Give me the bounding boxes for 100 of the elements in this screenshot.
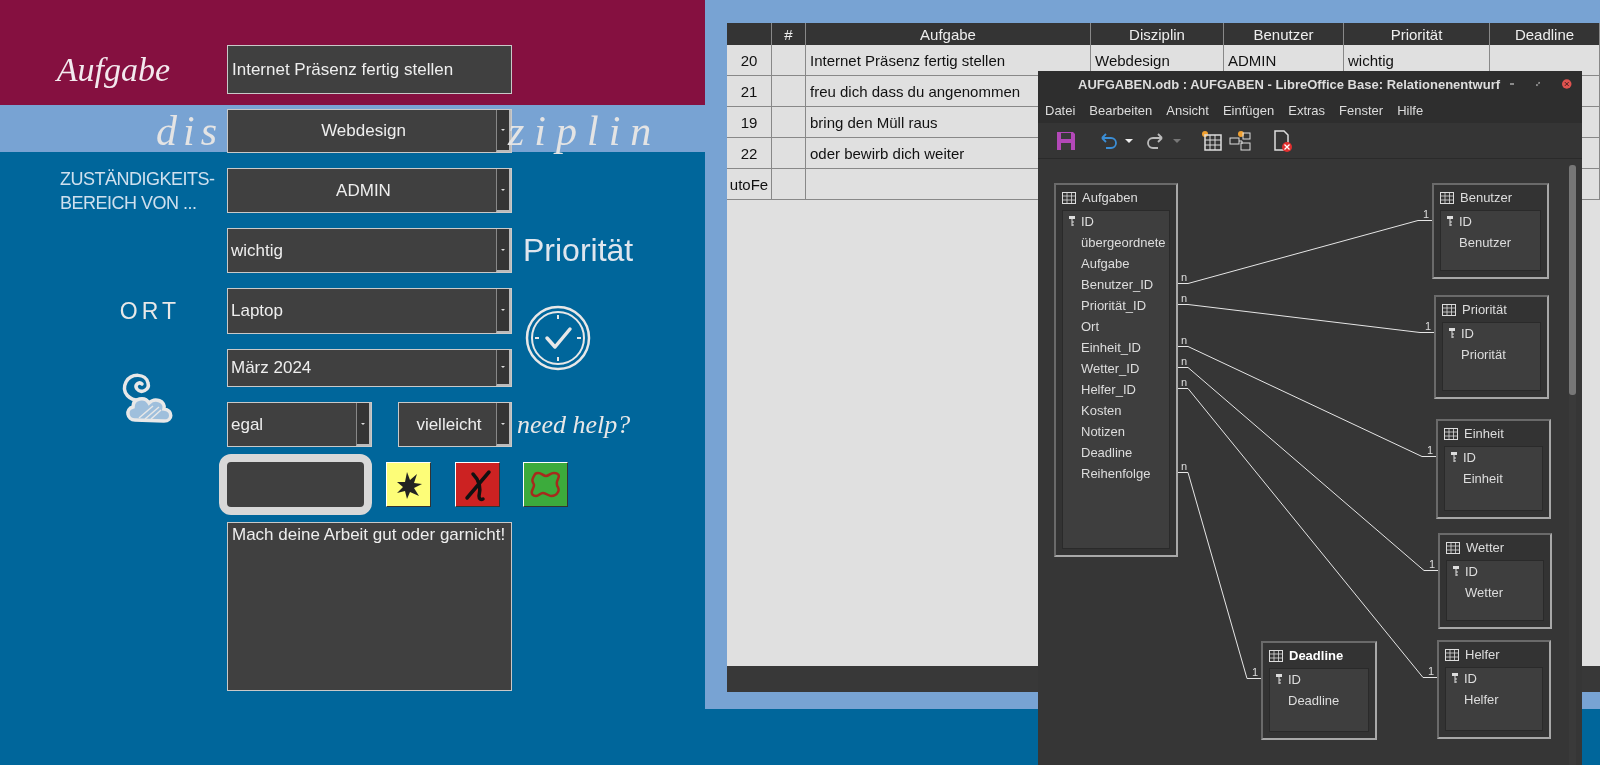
responsibility-label: ZUSTÄNDIGKEITS- BEREICH VON ... — [59, 167, 215, 215]
discipline-label-start: dis — [156, 111, 223, 151]
field-name[interactable]: Wetter_ID — [1081, 361, 1140, 376]
field-name[interactable]: Benutzer — [1459, 235, 1512, 250]
table-icon — [1444, 427, 1458, 440]
scrollbar-thumb[interactable] — [1569, 165, 1576, 395]
table-icon — [1440, 191, 1454, 204]
field-name[interactable]: Einheit — [1463, 471, 1503, 486]
minimize-icon[interactable] — [1510, 83, 1515, 85]
caret-icon — [501, 309, 505, 311]
menu-item[interactable]: Fenster — [1339, 102, 1384, 118]
field-name[interactable]: Deadline — [1081, 445, 1133, 460]
dropdown-button[interactable] — [496, 169, 511, 212]
cardinality-label: 1 — [1428, 664, 1435, 677]
table-icon — [1062, 191, 1076, 204]
save-icon[interactable] — [1055, 129, 1077, 152]
location-label: ORT — [119, 297, 180, 325]
field-name[interactable]: Wetter — [1465, 585, 1504, 600]
table-box[interactable]: Helfer ID Helfer — [1437, 640, 1551, 739]
table-icon — [1446, 541, 1460, 554]
weather-combo[interactable]: egal — [227, 402, 372, 447]
column-header[interactable]: # — [772, 23, 806, 45]
cross-button[interactable] — [455, 462, 500, 507]
relation-icon[interactable] — [1229, 129, 1251, 152]
menu-item[interactable]: Bearbeiten — [1089, 102, 1153, 118]
date-combo[interactable]: März 2024 — [227, 349, 512, 387]
dropdown-button[interactable] — [496, 289, 511, 333]
dropdown-button[interactable] — [496, 403, 511, 446]
location-combo[interactable]: Laptop — [227, 288, 512, 334]
table-box[interactable]: Deadline ID Deadline — [1261, 641, 1377, 740]
delete-document-icon[interactable] — [1271, 129, 1293, 152]
dropdown-button[interactable] — [496, 350, 511, 386]
field-name[interactable]: Kosten — [1081, 403, 1122, 418]
table-box[interactable]: Priorität ID Priorität — [1434, 295, 1549, 399]
field-name[interactable]: ID — [1288, 672, 1301, 687]
field-name[interactable]: Helfer — [1464, 692, 1499, 707]
column-header[interactable]: Aufgabe — [806, 23, 1091, 45]
ornament-button[interactable] — [523, 462, 568, 507]
field-name[interactable]: Aufgabe — [1081, 256, 1130, 271]
cardinality-label: 1 — [1425, 319, 1432, 332]
user-combo[interactable]: ADMIN — [227, 168, 512, 213]
clock-icon — [525, 304, 591, 371]
row-number: 19 — [727, 107, 772, 137]
help-combo[interactable]: vielleicht — [398, 402, 512, 447]
field-name[interactable]: ID — [1465, 564, 1478, 579]
caret-icon — [361, 422, 365, 425]
field-name[interactable]: ID — [1081, 214, 1094, 229]
cardinality-label: 1 — [1252, 665, 1259, 678]
new-table-icon[interactable] — [1201, 129, 1223, 152]
cardinality-label: 1 — [1427, 443, 1434, 456]
table-name: Helfer — [1465, 647, 1500, 662]
splat-button[interactable] — [386, 462, 431, 507]
cardinality-label: 1 — [1423, 207, 1430, 220]
cardinality-label: 1 — [1429, 557, 1436, 570]
table-name: Einheit — [1464, 426, 1504, 441]
table-box[interactable]: Wetter ID Wetter — [1438, 533, 1552, 629]
cardinality-label: n — [1181, 270, 1188, 283]
cardinality-label: n — [1181, 459, 1188, 472]
field-name[interactable]: Deadline — [1288, 693, 1340, 708]
cardinality-label: n — [1181, 333, 1188, 346]
field-name[interactable]: Benutzer_ID — [1081, 277, 1154, 292]
field-name[interactable]: Einheit_ID — [1081, 340, 1141, 355]
menu-item[interactable]: Hilfe — [1397, 102, 1424, 118]
priority-combo[interactable]: wichtig — [227, 228, 512, 273]
cardinality-label: n — [1181, 375, 1188, 388]
dropdown-button[interactable] — [496, 229, 511, 272]
row-number: utoFe — [727, 169, 772, 199]
row-number: 21 — [727, 76, 772, 106]
field-name[interactable]: ID — [1459, 214, 1472, 229]
column-header[interactable]: Priorität — [1344, 23, 1490, 45]
dropdown-button[interactable] — [356, 403, 371, 446]
table-box[interactable]: Aufgaben ID übergeordnete Aufgabe Benutzer_ID Priorität_ID Ort Einheit_ID Wetter_ID Helfer_ID Kosten Notizen Deadline Reihenfolge — [1054, 183, 1178, 557]
caret-icon[interactable] — [1125, 138, 1133, 143]
table-name: Wetter — [1466, 540, 1505, 555]
column-header[interactable]: Disziplin — [1091, 23, 1224, 45]
caret-icon — [501, 366, 505, 368]
field-name[interactable]: übergeordnete — [1081, 235, 1166, 250]
field-name[interactable]: ID — [1464, 671, 1477, 686]
field-name[interactable]: ID — [1463, 450, 1476, 465]
field-name[interactable]: Reihenfolge — [1081, 466, 1151, 481]
menu-item[interactable]: Extras — [1288, 102, 1326, 118]
column-header[interactable]: Deadline — [1490, 23, 1600, 45]
restore-icon[interactable] — [1536, 80, 1541, 88]
table-name: Deadline — [1289, 648, 1344, 663]
task-field[interactable]: Internet Präsenz fertig stellen — [227, 45, 512, 94]
field-name[interactable]: ID — [1461, 326, 1474, 341]
menu-item[interactable]: Einfügen — [1222, 102, 1275, 118]
field-name[interactable]: Helfer_ID — [1081, 382, 1136, 397]
field-name[interactable]: Ort — [1081, 319, 1100, 334]
menu-item[interactable]: Ansicht — [1166, 102, 1209, 118]
field-name[interactable]: Priorität — [1461, 347, 1506, 362]
cardinality-label: n — [1181, 354, 1188, 367]
field-name[interactable]: Notizen — [1081, 424, 1126, 439]
row-number: 22 — [727, 138, 772, 168]
table-box[interactable]: Benutzer ID Benutzer — [1432, 183, 1549, 279]
field-name[interactable]: Priorität_ID — [1081, 298, 1147, 313]
notes-field[interactable]: Mach deine Arbeit gut oder garnicht! — [227, 522, 512, 691]
table-box[interactable]: Einheit ID Einheit — [1436, 419, 1551, 519]
input-field[interactable] — [219, 454, 372, 515]
column-header[interactable]: Benutzer — [1224, 23, 1344, 45]
